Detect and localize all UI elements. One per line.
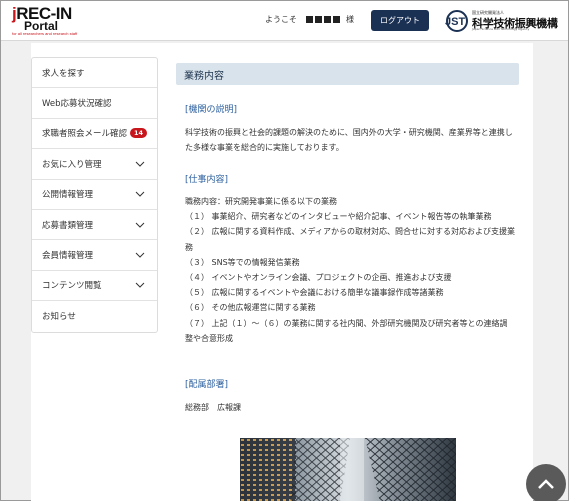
- sidebar-menu: 求人を探す Web応募状況確認 求職者照会メール確認 14 お気に入り管理 公開…: [31, 57, 158, 333]
- chevron-down-icon: [135, 222, 145, 228]
- scroll-to-top-button[interactable]: [526, 464, 566, 501]
- site-header: jREC-IN Portal for all researchers and r…: [1, 1, 568, 41]
- chevron-up-icon: [538, 479, 554, 489]
- chevron-down-icon: [135, 161, 145, 167]
- sidebar-item-application-documents[interactable]: 応募書類管理: [32, 210, 157, 241]
- sidebar-item-notices[interactable]: お知らせ: [32, 301, 157, 331]
- sidebar-item-web-application-status[interactable]: Web応募状況確認: [32, 88, 157, 119]
- redacted-username: [306, 16, 340, 23]
- section-title: 業務内容: [176, 63, 519, 85]
- chevron-down-icon: [135, 252, 145, 258]
- job-line: （５） 広報に関するイベントや会議における簡単な議事録作成等諸業務: [185, 288, 444, 298]
- chevron-down-icon: [135, 283, 145, 289]
- job-line: （３） SNS等での情報発信業務: [185, 257, 300, 267]
- jst-mark-icon: JST: [445, 10, 468, 32]
- sidebar-item-public-info[interactable]: 公開情報管理: [32, 180, 157, 210]
- jrec-in-logo[interactable]: jREC-IN Portal for all researchers and r…: [12, 5, 84, 36]
- svg-text:JST: JST: [445, 16, 465, 28]
- building-photo: [240, 438, 456, 501]
- job-line: （１） 事業紹介、研究者などのインタビューや紹介記事、イベント報告等の執筆業務: [185, 212, 492, 222]
- sidebar-item-contents[interactable]: コンテンツ閲覧: [32, 271, 157, 302]
- department-text: 総務部 広報課: [185, 403, 241, 412]
- job-line: 職務内容：研究開発事業に係る以下の業務: [185, 197, 337, 206]
- chevron-down-icon: [135, 191, 145, 197]
- job-detail-content: 業務内容 [機関の説明] 科学技術の振興と社会的課題の解決のために、国内外の大学…: [176, 63, 519, 501]
- jst-logo[interactable]: JST 国立研究開発法人 科学技術振興機構 Japan Science and …: [442, 10, 558, 32]
- job-description-list: 職務内容：研究開発事業に係る以下の業務 （１） 事業紹介、研究者などのインタビュ…: [185, 194, 515, 346]
- job-line: （６） その他広報運営に関する業務: [185, 303, 316, 313]
- job-line: （７） 上記（１）～（６）の業務に関する社内間、外部研究機関及び研究者等との連絡…: [185, 318, 508, 343]
- job-description-heading: [仕事内容]: [185, 175, 229, 185]
- sidebar-item-favorites[interactable]: お気に入り管理: [32, 149, 157, 180]
- unread-count-badge: 14: [130, 128, 148, 139]
- job-line: （４） イベントやオンライン会議、プロジェクトの企画、推進および支援: [185, 273, 452, 283]
- org-description-text: 科学技術の振興と社会的課題の解決のために、国内外の大学・研究機関、産業界等と連携…: [185, 128, 513, 153]
- department-heading: [配属部署]: [185, 380, 229, 390]
- sidebar-item-job-search[interactable]: 求人を探す: [32, 58, 157, 89]
- sidebar-item-inquiry-mail[interactable]: 求職者照会メール確認 14: [32, 119, 157, 150]
- sidebar-item-member-info[interactable]: 会員情報管理: [32, 240, 157, 271]
- logout-button[interactable]: ログアウト: [371, 10, 429, 31]
- job-line: （２） 広報に関する資料作成、メディアからの取材対応、問合せに対する対応および支…: [185, 227, 515, 252]
- org-description-heading: [機関の説明]: [185, 105, 238, 115]
- welcome-text: ようこそ様: [265, 15, 354, 24]
